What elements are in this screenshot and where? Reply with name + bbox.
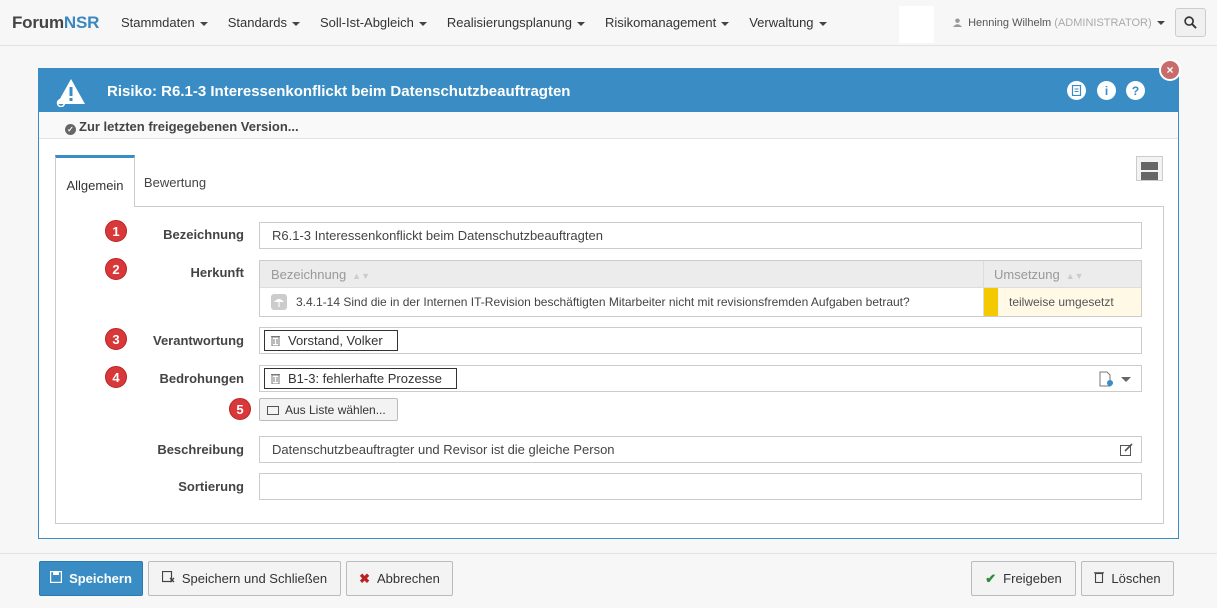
main-menu: Stammdaten Standards Soll-Ist-Abgleich R… (121, 15, 847, 30)
check-icon: ✔ (985, 570, 997, 586)
menu-stammdaten[interactable]: Stammdaten (121, 15, 208, 30)
trash-icon[interactable] (271, 373, 280, 384)
chevron-down-icon (199, 21, 208, 26)
chevron-down-icon (1156, 21, 1165, 26)
menu-realisierungsplanung[interactable]: Realisierungsplanung (447, 15, 585, 30)
layout-toggle-button[interactable] (1136, 156, 1163, 181)
layout-bar (1141, 162, 1158, 170)
warning-icon (56, 79, 85, 107)
step-badge-5: 5 (229, 398, 251, 420)
table-row[interactable]: 3.4.1-14 Sind die in der Internen IT-Rev… (260, 288, 1141, 316)
menu-standards[interactable]: Standards (228, 15, 300, 30)
table-header: Bezeichnung ▲▼ Umsetzung ▲▼ (260, 261, 1141, 288)
sort-icon: ▲▼ (1065, 271, 1084, 281)
top-navbar: ForumNSR Stammdaten Standards Soll-Ist-A… (0, 0, 1217, 46)
chevron-down-icon[interactable] (1121, 377, 1131, 382)
bedrohungen-field[interactable]: B1-3: fehlerhafte Prozesse (259, 365, 1142, 392)
beschreibung-label: Beschreibung (157, 442, 244, 457)
menu-risikomanagement[interactable]: Risikomanagement (605, 15, 730, 30)
latest-version-link[interactable]: ✓ Zur letzten freigegebenen Version... (65, 119, 299, 135)
close-icon: ✖ (359, 570, 370, 586)
list-icon (267, 406, 279, 415)
chevron-down-icon (291, 21, 300, 26)
sort-icon: ▲▼ (352, 271, 370, 281)
bedrohungen-tag[interactable]: B1-3: fehlerhafte Prozesse (264, 368, 457, 389)
brand-logo[interactable]: ForumNSR (12, 13, 99, 33)
beschreibung-field[interactable]: Datenschutzbeauftragter und Revisor ist … (259, 436, 1142, 463)
footer-bar: Speichern Speichern und Schließen ✖ Abbre… (0, 553, 1217, 608)
verantwortung-tag[interactable]: Vorstand, Volker (264, 330, 398, 351)
chevron-down-icon (418, 21, 427, 26)
user-icon (953, 18, 962, 27)
version-bar: ✓ Zur letzten freigegebenen Version... (39, 112, 1178, 139)
step-badge-4: 4 (105, 366, 127, 388)
search-button[interactable] (1175, 8, 1206, 37)
menu-soll-ist-abgleich[interactable]: Soll-Ist-Abgleich (320, 15, 427, 30)
tab-bewertung[interactable]: Bewertung (135, 155, 215, 207)
trash-icon[interactable] (271, 335, 280, 346)
bedrohungen-label: Bedrohungen (159, 371, 245, 386)
herkunft-text: 3.4.1-14 Sind die in der Internen IT-Rev… (296, 295, 910, 309)
step-badge-1: 1 (105, 220, 127, 242)
nav-blank-area (899, 6, 934, 43)
column-header-bezeichnung[interactable]: Bezeichnung ▲▼ (271, 267, 370, 282)
check-circle-icon: ✓ (65, 124, 76, 135)
save-button[interactable]: Speichern (39, 561, 143, 596)
step-badge-2: 2 (105, 258, 127, 280)
layout-bar (1141, 172, 1158, 180)
help-icon[interactable]: ? (1126, 81, 1145, 100)
floppy-disk-icon (49, 570, 63, 586)
verantwortung-label: Verantwortung (152, 333, 244, 348)
save-close-icon (161, 570, 175, 586)
chevron-down-icon (721, 21, 730, 26)
sortierung-input[interactable] (259, 473, 1142, 500)
info-icon[interactable]: i (1097, 81, 1116, 100)
sortierung-label: Sortierung (178, 479, 244, 494)
choose-from-list-button[interactable]: Aus Liste wählen... (259, 398, 398, 421)
release-button[interactable]: ✔ Freigeben (971, 561, 1076, 596)
status-color-indicator (984, 288, 998, 316)
chevron-down-icon (818, 21, 827, 26)
verantwortung-field[interactable]: Vorstand, Volker (259, 327, 1142, 354)
delete-button[interactable]: Löschen (1081, 561, 1174, 596)
dialog-header: Risiko: R6.1-3 Interessenkonflickt beim … (39, 69, 1178, 112)
edit-icon[interactable] (1120, 443, 1133, 456)
save-and-close-button[interactable]: Speichern und Schließen (148, 561, 341, 596)
step-badge-3: 3 (105, 328, 127, 350)
tab-allgemein[interactable]: Allgemein (55, 155, 135, 207)
herkunft-label: Herkunft (190, 265, 244, 280)
search-icon (1184, 16, 1197, 29)
close-dialog-button[interactable]: × (1159, 59, 1181, 81)
status-text: teilweise umgesetzt (998, 288, 1141, 316)
trash-icon (1094, 571, 1105, 586)
bezeichnung-input[interactable]: R6.1-3 Interessenkonflickt beim Datensch… (259, 222, 1142, 249)
cancel-button[interactable]: ✖ Abbrechen (346, 561, 453, 596)
umbrella-icon (271, 294, 287, 310)
dialog-title: Risiko: R6.1-3 Interessenkonflickt beim … (107, 83, 571, 100)
user-menu[interactable]: Henning Wilhelm (ADMINISTRATOR) (953, 17, 1165, 29)
pdf-icon[interactable] (1067, 81, 1086, 100)
herkunft-table: Bezeichnung ▲▼ Umsetzung ▲▼ 3.4.1-14 Sind … (259, 260, 1142, 317)
menu-verwaltung[interactable]: Verwaltung (749, 15, 827, 30)
chevron-down-icon (576, 21, 585, 26)
column-header-umsetzung[interactable]: Umsetzung ▲▼ (994, 267, 1084, 282)
bezeichnung-label: Bezeichnung (163, 227, 244, 242)
new-document-icon[interactable] (1099, 371, 1113, 387)
